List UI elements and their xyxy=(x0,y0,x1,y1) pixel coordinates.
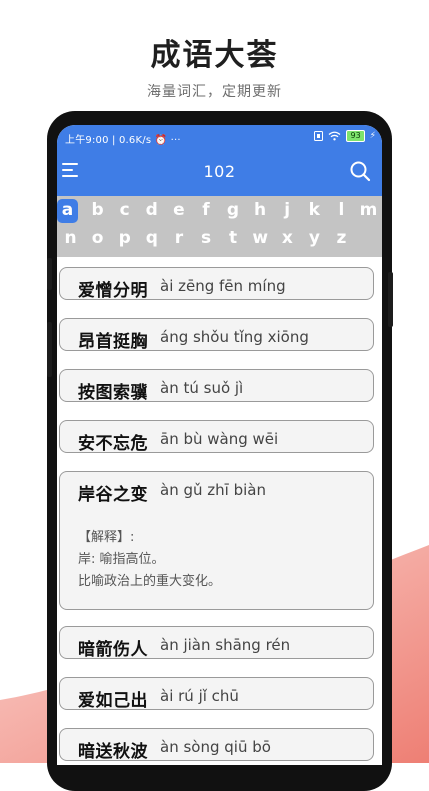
idiom-card[interactable]: 暗箭伤人 àn jiàn shāng rén xyxy=(59,626,374,660)
alphabet-letter-s[interactable]: s xyxy=(192,227,219,251)
alphabet-letter-q[interactable]: q xyxy=(138,227,165,251)
alphabet-letter-b[interactable]: b xyxy=(84,199,111,223)
alphabet-letter-k[interactable]: k xyxy=(301,199,328,223)
idiom-pinyin: àn sòng qiū bō xyxy=(160,738,271,756)
promo-title: 成语大荟 xyxy=(150,38,279,73)
phone-screen: 上午9:00 | 0.6K/s ⏰ ··· 93 ⚡ 102 abcdefghj… xyxy=(57,125,382,765)
alphabet-letter-f[interactable]: f xyxy=(192,199,219,223)
wifi-icon xyxy=(329,131,341,141)
app-title: 102 xyxy=(203,162,236,181)
alphabet-letter-y[interactable]: y xyxy=(301,227,328,251)
alphabet-letter-d[interactable]: d xyxy=(138,199,165,223)
alphabet-letter-o[interactable]: o xyxy=(84,227,111,251)
idiom-card[interactable]: 安不忘危 ān bù wàng wēi xyxy=(59,420,374,454)
alphabet-letter-h[interactable]: h xyxy=(247,199,274,223)
status-bar: 上午9:00 | 0.6K/s ⏰ ··· 93 ⚡ xyxy=(57,125,382,149)
idiom-card[interactable]: 暗送秋波 àn sòng qiū bō xyxy=(59,728,374,762)
idiom-hanzi: 昂首挺胸 xyxy=(78,332,148,352)
idiom-card[interactable]: 昂首挺胸 áng shǒu tǐng xiōng xyxy=(59,318,374,352)
idiom-pinyin: ān bù wàng wēi xyxy=(160,430,279,448)
phone-side-button xyxy=(47,322,52,377)
alphabet-row: abcdefghjklm xyxy=(57,199,382,223)
alphabet-letter-t[interactable]: t xyxy=(220,227,247,251)
idiom-hanzi: 安不忘危 xyxy=(78,434,148,454)
alphabet-letter-l[interactable]: l xyxy=(328,199,355,223)
idiom-pinyin: ài rú jǐ chū xyxy=(160,687,239,705)
search-icon[interactable] xyxy=(349,160,371,182)
idiom-pinyin: àn tú suǒ jì xyxy=(160,379,244,397)
alphabet-row: nopqrstwxyz xyxy=(57,227,355,251)
idiom-pinyin: àn jiàn shāng rén xyxy=(160,636,291,654)
explanation-line: 岸: 喻指高位。 xyxy=(78,552,165,567)
idiom-hanzi: 爱憎分明 xyxy=(78,281,148,301)
explanation-heading: 【解释】: xyxy=(78,530,135,545)
idiom-pinyin: àn gǔ zhī biàn xyxy=(160,481,266,499)
app-bar: 102 xyxy=(57,149,382,196)
phone-side-button xyxy=(388,272,393,327)
idiom-hanzi: 暗送秋波 xyxy=(78,742,148,762)
phone-side-button xyxy=(47,258,52,290)
explanation-line: 比喻政治上的重大变化。 xyxy=(78,574,222,589)
idiom-hanzi: 爱如己出 xyxy=(78,691,148,711)
alphabet-letter-r[interactable]: r xyxy=(165,227,192,251)
promo-subtitle: 海量词汇，定期更新 xyxy=(147,84,282,100)
idiom-pinyin: áng shǒu tǐng xiōng xyxy=(160,328,309,346)
status-time-speed: 上午9:00 | 0.6K/s ⏰ ··· xyxy=(65,135,181,146)
alphabet-letter-e[interactable]: e xyxy=(165,199,192,223)
alphabet-letter-x[interactable]: x xyxy=(274,227,301,251)
battery-icon: 93 xyxy=(346,130,365,142)
alphabet-letter-m[interactable]: m xyxy=(355,199,382,223)
charging-icon: ⚡ xyxy=(369,131,376,141)
idiom-hanzi: 暗箭伤人 xyxy=(78,640,148,660)
alphabet-letter-z[interactable]: z xyxy=(328,227,355,251)
idiom-hanzi: 按图索骥 xyxy=(78,383,148,403)
alphabet-letter-j[interactable]: j xyxy=(274,199,301,223)
idiom-explanation: 【解释】: 岸: 喻指高位。 比喻政治上的重大变化。 xyxy=(78,527,221,593)
alphabet-letter-a[interactable]: a xyxy=(57,199,78,223)
alphabet-letter-n[interactable]: n xyxy=(57,227,84,251)
idiom-card[interactable]: 按图索骥 àn tú suǒ jì xyxy=(59,369,374,403)
idiom-pinyin: ài zēng fēn míng xyxy=(160,277,286,295)
sim-icon xyxy=(314,131,324,141)
alphabet-letter-g[interactable]: g xyxy=(219,199,246,223)
idiom-hanzi: 岸谷之变 xyxy=(78,485,148,505)
idiom-card[interactable]: 爱憎分明 ài zēng fēn míng xyxy=(59,267,374,301)
alphabet-index-bar: abcdefghjklm nopqrstwxyz xyxy=(57,196,382,257)
alphabet-letter-p[interactable]: p xyxy=(111,227,138,251)
alphabet-letter-c[interactable]: c xyxy=(111,199,138,223)
alphabet-letter-w[interactable]: w xyxy=(247,227,274,251)
idiom-card[interactable]: 爱如己出 ài rú jǐ chū xyxy=(59,677,374,711)
idiom-card-expanded[interactable]: 岸谷之变 àn gǔ zhī biàn 【解释】: 岸: 喻指高位。 比喻政治上… xyxy=(59,471,374,610)
